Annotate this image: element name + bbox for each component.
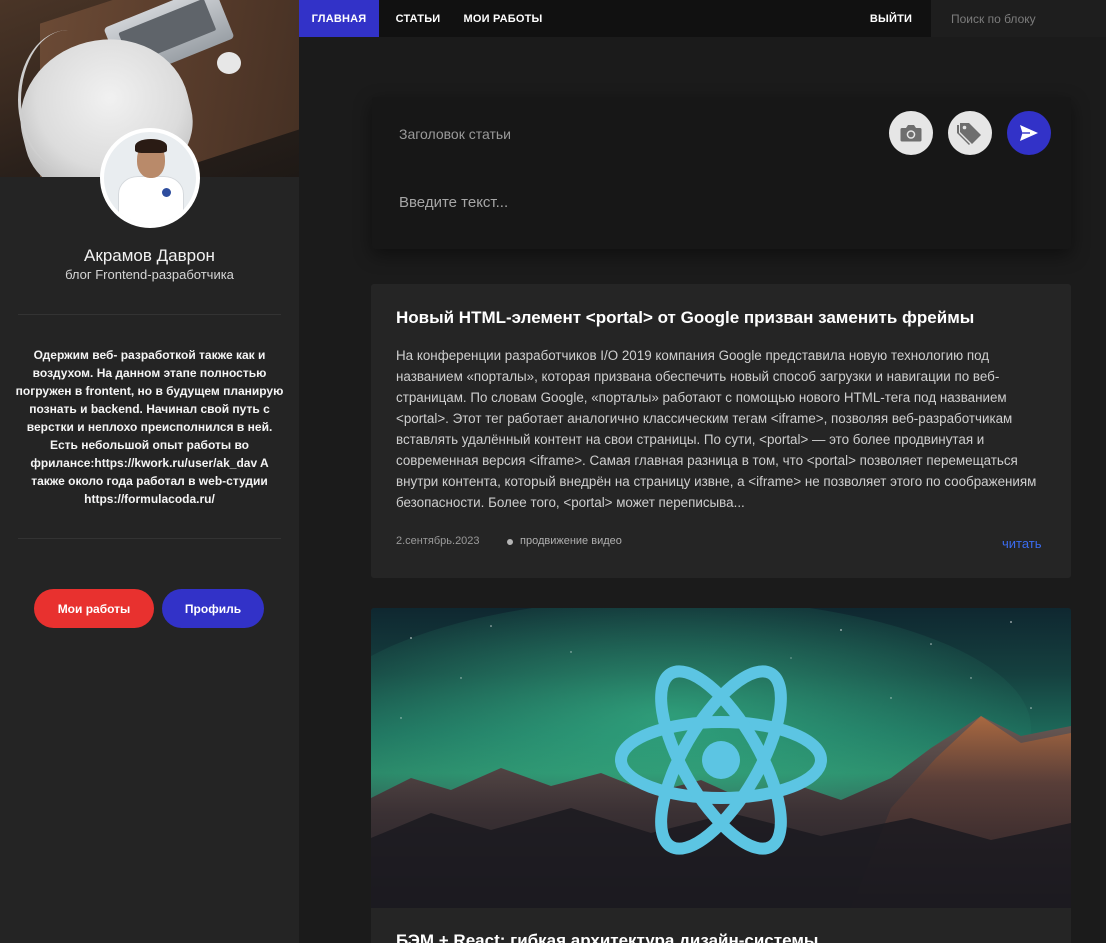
post-date: 2.сентябрь.2023	[396, 535, 480, 547]
mouse-shape	[217, 52, 241, 74]
divider	[18, 538, 281, 539]
post-title[interactable]: Новый HTML-элемент <portal> от Google пр…	[396, 308, 1056, 328]
post-tag[interactable]: продвижение видео	[520, 535, 622, 547]
nav-home[interactable]: ГЛАВНАЯ	[299, 0, 379, 37]
divider	[18, 314, 281, 315]
send-button[interactable]	[1007, 111, 1051, 155]
top-nav: ГЛАВНАЯ СТАТЬИ МОИ РАБОТЫ ВЫЙТИ	[299, 0, 1106, 37]
add-tags-button[interactable]	[948, 111, 992, 155]
tags-icon	[957, 123, 981, 145]
profile-role: блог Frontend-разработчика	[65, 267, 234, 282]
add-photo-button[interactable]	[889, 111, 933, 155]
avatar-hair	[135, 139, 167, 153]
avatar-badge	[162, 188, 171, 197]
nav-logout[interactable]: ВЫЙТИ	[862, 0, 920, 37]
separator-dot-icon	[507, 539, 513, 545]
aurora-mountains-scene	[371, 608, 1071, 908]
profile-bio: Одержим веб- разработкой также как и воз…	[15, 348, 284, 506]
post-card: БЭМ + React: гибкая архитектура дизайн-с…	[371, 608, 1071, 943]
profile-button[interactable]: Профиль	[162, 589, 264, 628]
post-title[interactable]: БЭМ + React: гибкая архитектура дизайн-с…	[396, 931, 1056, 943]
post-cover-image[interactable]	[371, 608, 1071, 908]
nav-my-works[interactable]: МОИ РАБОТЫ	[457, 0, 549, 37]
my-works-button[interactable]: Мои работы	[34, 589, 154, 628]
avatar-shirt	[118, 176, 184, 224]
read-more-link[interactable]: читать	[1002, 536, 1042, 551]
send-icon	[1020, 125, 1038, 141]
article-title-input[interactable]	[399, 121, 819, 147]
post-card: Новый HTML-элемент <portal> от Google пр…	[371, 284, 1071, 578]
chair-back-shape	[18, 30, 118, 170]
camera-icon	[900, 125, 922, 142]
sidebar: Акрамов Даврон блог Frontend-разработчик…	[0, 0, 299, 943]
avatar	[100, 128, 200, 228]
search-input[interactable]	[931, 0, 1106, 37]
post-excerpt: На конференции разработчиков I/O 2019 ко…	[396, 348, 1037, 510]
nav-articles[interactable]: СТАТЬИ	[387, 0, 449, 37]
post-composer	[372, 97, 1071, 249]
article-text-input[interactable]	[399, 189, 999, 215]
profile-name: Акрамов Даврон	[84, 246, 215, 265]
